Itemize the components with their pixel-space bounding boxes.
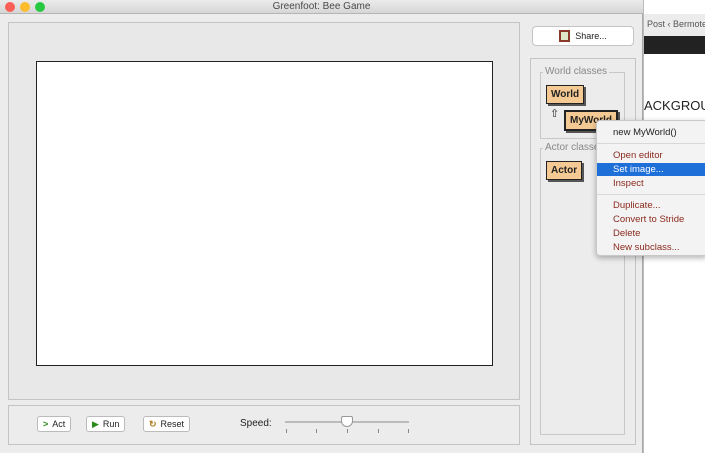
minimize-button[interactable]	[20, 2, 30, 12]
title-bar: Greenfoot: Bee Game	[0, 0, 643, 14]
class-context-menu: new MyWorld() Open editor Set image... I…	[596, 120, 705, 256]
world-classes-label: World classes	[543, 66, 610, 77]
greenfoot-window: Greenfoot: Bee Game > Act ▶ Run ↻ Reset Spe…	[0, 0, 643, 453]
act-icon: >	[43, 419, 49, 429]
slider-tick	[347, 429, 348, 433]
slider-tick	[378, 429, 379, 433]
class-actor[interactable]: Actor	[546, 161, 583, 180]
menu-item-new-subclass[interactable]: New subclass...	[597, 241, 705, 254]
slider-tick	[286, 429, 287, 433]
slider-tick	[316, 429, 317, 433]
reset-button[interactable]: ↻ Reset	[143, 416, 191, 432]
actor-classes-label: Actor classes	[543, 142, 596, 153]
menu-item-convert-to-stride[interactable]: Convert to Stride	[597, 213, 705, 226]
close-button[interactable]	[5, 2, 15, 12]
menu-item-inspect[interactable]: Inspect	[597, 177, 705, 190]
run-button[interactable]: ▶ Run	[86, 416, 126, 432]
menu-separator	[597, 194, 705, 195]
browser-tab[interactable]: Post ‹ Bermote	[644, 14, 705, 36]
inheritance-arrow-icon: ⇧	[550, 108, 560, 120]
menu-item-duplicate[interactable]: Duplicate...	[597, 199, 705, 212]
window-title: Greenfoot: Bee Game	[272, 1, 371, 12]
slider-tick	[408, 429, 409, 433]
act-button[interactable]: > Act	[37, 416, 72, 432]
menu-item-open-editor[interactable]: Open editor	[597, 149, 705, 162]
menu-item-set-image[interactable]: Set image...	[597, 163, 705, 176]
reset-icon: ↻	[149, 418, 157, 429]
play-icon: ▶	[92, 418, 99, 429]
easel-icon	[559, 30, 571, 42]
world-canvas[interactable]	[36, 61, 493, 366]
page-heading: ACKGROU	[644, 98, 705, 113]
share-button[interactable]: Share...	[532, 26, 634, 46]
menu-item-delete[interactable]: Delete	[597, 227, 705, 240]
menu-item-new-instance[interactable]: new MyWorld()	[597, 126, 705, 139]
zoom-button[interactable]	[35, 2, 45, 12]
speed-label: Speed:	[240, 418, 272, 429]
class-world[interactable]: World	[546, 85, 585, 104]
menu-separator	[597, 143, 705, 144]
admin-bar	[644, 36, 705, 54]
